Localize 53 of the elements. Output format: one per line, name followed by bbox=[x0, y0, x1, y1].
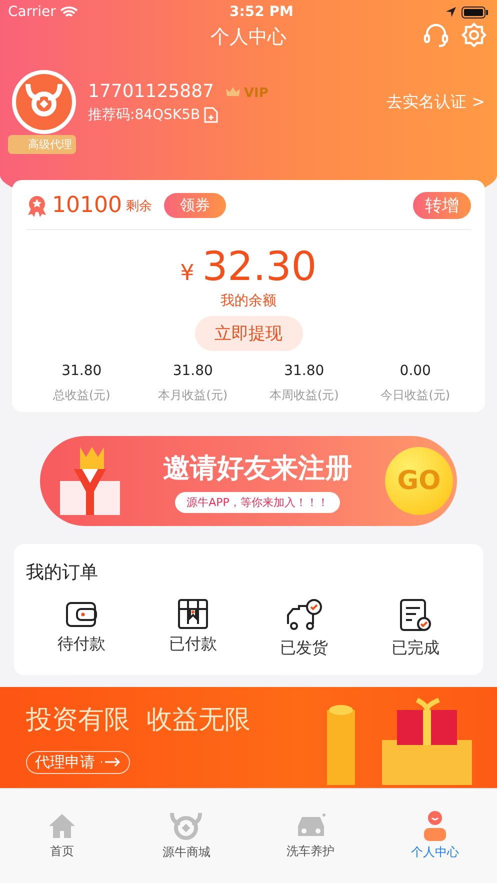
withdraw-button[interactable]: 立即提现 bbox=[194, 316, 302, 351]
earnings-label: 本月收益(元) bbox=[158, 387, 228, 404]
carrier-label: Carrier bbox=[8, 4, 56, 20]
verify-identity-link[interactable]: 去实名认证 > bbox=[386, 92, 485, 112]
invite-banner[interactable]: 邀请好友来注册 源牛APP，等你来加入！！！ GO bbox=[40, 436, 457, 526]
crown-icon bbox=[226, 86, 240, 96]
claim-coupon-button[interactable]: 领券 bbox=[164, 193, 226, 218]
earnings-label: 今日收益(元) bbox=[380, 387, 450, 404]
referral-code: 推荐码:84QSK5B bbox=[88, 106, 200, 124]
phone-number: 17701125887 bbox=[88, 80, 214, 102]
location-arrow-icon bbox=[445, 6, 457, 18]
bull-head-icon bbox=[169, 811, 204, 841]
order-status-button[interactable]: 已付款 bbox=[137, 598, 248, 659]
headset-icon[interactable] bbox=[423, 22, 449, 48]
order-status-button[interactable]: 已完成 bbox=[360, 598, 471, 659]
vip-label: VIP bbox=[244, 86, 268, 100]
battery-icon bbox=[461, 6, 489, 18]
earnings-value: 31.80 bbox=[172, 363, 213, 379]
medal-icon bbox=[26, 194, 48, 218]
arrow-right-icon bbox=[99, 757, 121, 767]
agent-apply-button[interactable]: 代理申请 bbox=[26, 750, 130, 774]
transfer-button[interactable]: 转增 bbox=[413, 192, 471, 219]
settings-icon[interactable] bbox=[461, 22, 487, 48]
person-icon bbox=[422, 811, 447, 841]
bull-logo-icon bbox=[16, 74, 72, 130]
earnings-value: 0.00 bbox=[400, 363, 431, 379]
agent-headline: 投资有限 收益无限 bbox=[26, 704, 252, 736]
balance-amount: 32.30 bbox=[202, 244, 317, 290]
invite-headline: 邀请好友来注册 bbox=[163, 452, 352, 486]
orders-title: 我的订单 bbox=[26, 561, 99, 584]
agent-level-badge: 高级代理 bbox=[8, 135, 76, 154]
earnings-label: 总收益(元) bbox=[52, 387, 110, 404]
tab-bar-item[interactable]: 个人中心 bbox=[372, 789, 497, 883]
copy-icon[interactable] bbox=[204, 106, 218, 122]
currency-symbol: ¥ bbox=[180, 261, 194, 286]
wifi-icon bbox=[60, 6, 78, 18]
invite-subline: 源牛APP，等你来加入！！！ bbox=[174, 492, 340, 512]
earnings-value: 31.80 bbox=[284, 363, 324, 379]
status-time: 3:52 PM bbox=[230, 4, 294, 20]
page-title: 个人中心 bbox=[210, 25, 286, 50]
balance-label: 我的余额 bbox=[220, 292, 276, 310]
document-check-icon bbox=[397, 598, 434, 634]
earnings-value: 31.80 bbox=[62, 363, 102, 379]
earnings-label: 本周收益(元) bbox=[269, 387, 339, 404]
tab-bar-item[interactable]: 首页 bbox=[0, 789, 124, 883]
points-value: 10100 bbox=[52, 193, 122, 218]
home-icon bbox=[47, 812, 78, 840]
tab-bar-item[interactable]: 洗车养护 bbox=[248, 789, 373, 883]
order-status-button[interactable]: 已发货 bbox=[248, 598, 360, 659]
points-remaining-label: 剩余 bbox=[126, 198, 152, 214]
agent-banner[interactable]: 投资有限 收益无限 代理申请 bbox=[0, 687, 497, 788]
order-status-button[interactable]: 待付款 bbox=[26, 598, 138, 659]
tab-bar-item[interactable]: 源牛商城 bbox=[124, 789, 248, 883]
